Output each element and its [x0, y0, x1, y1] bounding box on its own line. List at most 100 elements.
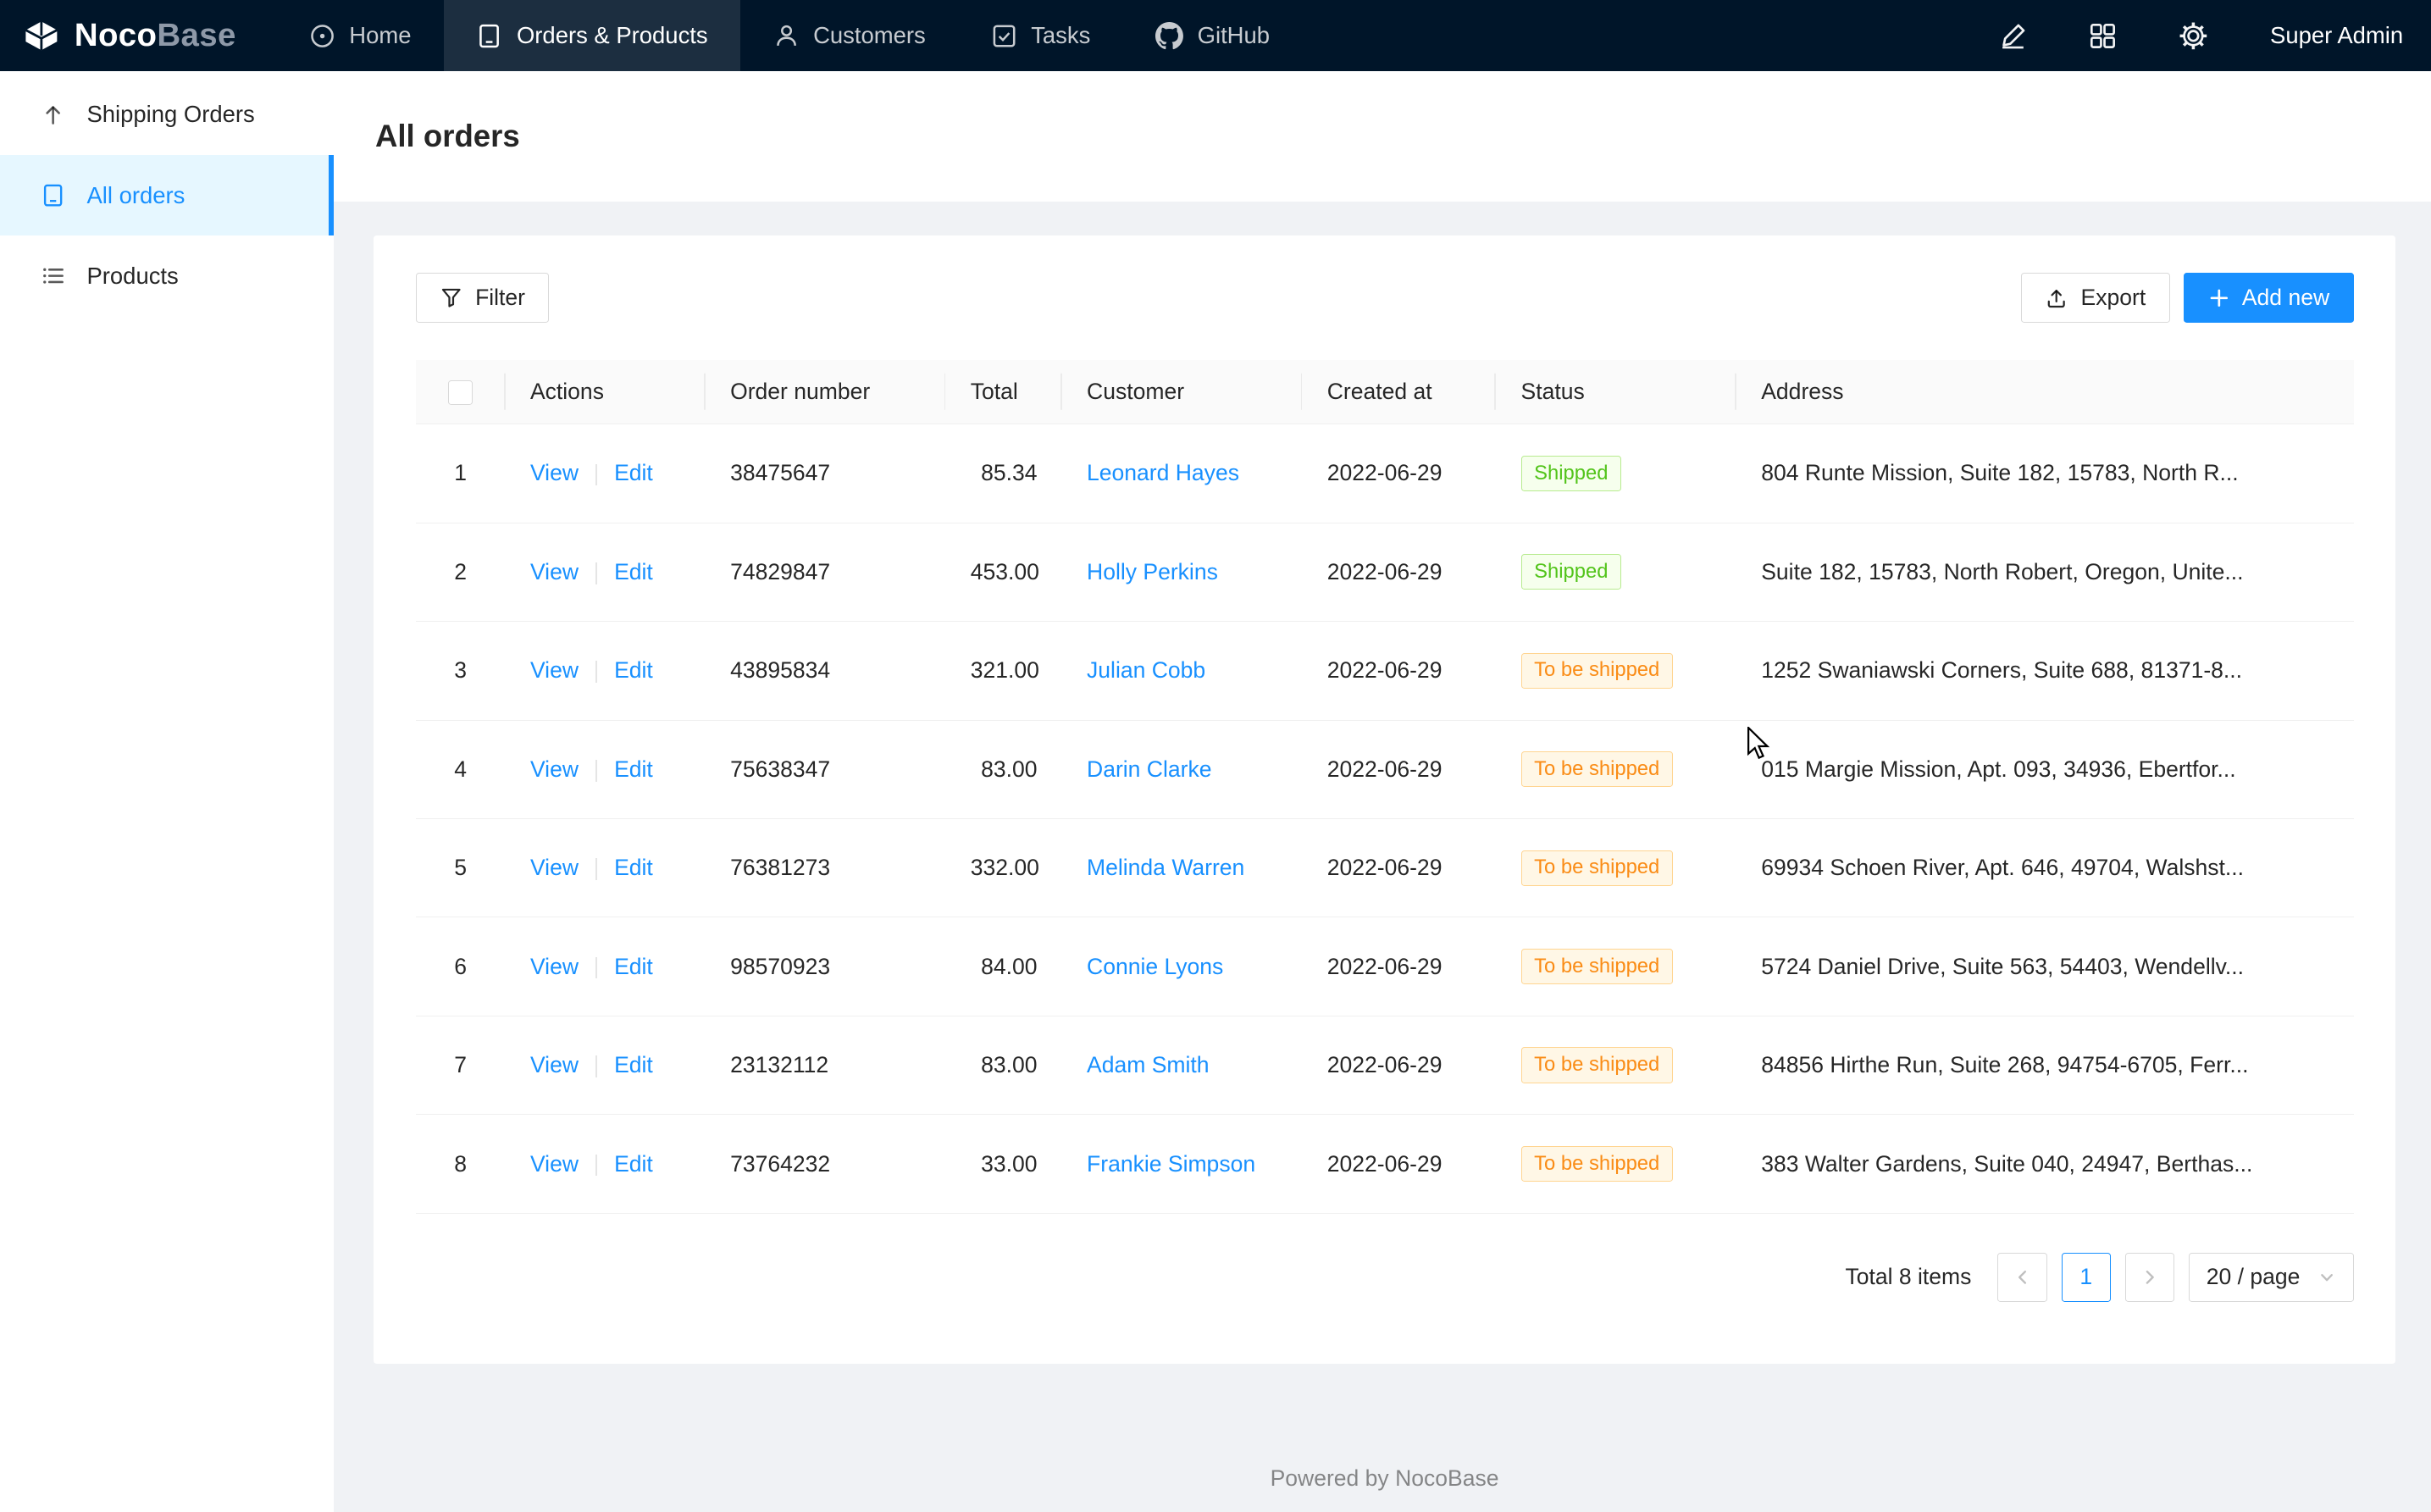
table-row: 8 ViewEdit 73764232 33.00 Frankie Simpso… [416, 1115, 2354, 1213]
sidebar-item-all-orders[interactable]: All orders [0, 155, 334, 235]
customer-link[interactable]: Melinda Warren [1087, 855, 1244, 880]
address-cell: Suite 182, 15783, North Robert, Oregon, … [1736, 523, 2354, 621]
edit-link[interactable]: Edit [614, 460, 653, 485]
chevron-left-icon [2013, 1267, 2033, 1288]
page-size-select[interactable]: 20 / page [2189, 1253, 2354, 1303]
brand-name: NocoBase [75, 17, 236, 54]
nocobase-logo[interactable]: NocoBase [22, 0, 277, 71]
table-row: 2 ViewEdit 74829847 453.00 Holly Perkins… [416, 523, 2354, 621]
edit-link[interactable]: Edit [614, 559, 653, 584]
edit-link[interactable]: Edit [614, 1151, 653, 1177]
total-cell: 83.00 [945, 1016, 1061, 1114]
nav-item-tasks[interactable]: Tasks [958, 0, 1123, 71]
filter-button[interactable]: Filter [416, 273, 550, 323]
status-cell: To be shipped [1496, 818, 1736, 917]
view-link[interactable]: View [530, 460, 579, 485]
nav-item-home[interactable]: Home [276, 0, 444, 71]
total-cell: 332.00 [945, 818, 1061, 917]
nav-item-label: Tasks [1031, 22, 1090, 49]
action-divider [595, 858, 597, 880]
nav-item-github[interactable]: GitHub [1123, 0, 1303, 71]
customer-link[interactable]: Connie Lyons [1087, 954, 1223, 979]
sidebar-item-label: Products [86, 263, 178, 290]
customer-link[interactable]: Darin Clarke [1087, 756, 1211, 782]
settings-gear-icon[interactable] [2179, 21, 2208, 51]
row-index: 3 [454, 657, 467, 683]
export-button[interactable]: Export [2021, 273, 2170, 323]
status-badge: To be shipped [1521, 751, 1673, 787]
orders-icon [41, 183, 65, 208]
action-divider [595, 1055, 597, 1077]
customer-cell: Julian Cobb [1062, 622, 1303, 720]
view-link[interactable]: View [530, 657, 579, 683]
actions-cell: View Edit [506, 1115, 706, 1213]
edit-link[interactable]: Edit [614, 1052, 653, 1077]
column-header-status: Status [1496, 360, 1736, 424]
nav-item-customers[interactable]: Customers [740, 0, 958, 71]
sidebar-item-shipping-orders[interactable]: Shipping Orders [0, 75, 334, 155]
total-cell: 84.00 [945, 917, 1061, 1016]
customer-cell: Holly Perkins [1062, 523, 1303, 621]
edit-link[interactable]: Edit [614, 954, 653, 979]
topnav-right: Super Admin [1999, 0, 2431, 71]
customer-link[interactable]: Julian Cobb [1087, 657, 1205, 683]
row-index: 2 [454, 559, 467, 584]
row-index: 8 [454, 1151, 467, 1177]
pagination-total: Total 8 items [1845, 1264, 1971, 1290]
column-header-customer: Customer [1062, 360, 1303, 424]
nav-item-orders-products[interactable]: Orders & Products [444, 0, 740, 71]
customer-link[interactable]: Leonard Hayes [1087, 460, 1239, 485]
list-icon [41, 263, 65, 288]
add-new-button[interactable]: Add new [2184, 273, 2353, 323]
toolbar-right: Export Add new [2021, 273, 2354, 323]
customer-link[interactable]: Frankie Simpson [1087, 1151, 1255, 1177]
view-link[interactable]: View [530, 756, 579, 782]
edit-link[interactable]: Edit [614, 855, 653, 880]
edit-link[interactable]: Edit [614, 756, 653, 782]
view-link[interactable]: View [530, 1151, 579, 1177]
footer-credit: Powered by NocoBase [374, 1441, 2395, 1512]
sidebar: Shipping Orders All orders Products [0, 71, 334, 1511]
chevron-down-icon [2318, 1269, 2335, 1286]
table-row: 5 ViewEdit 76381273 332.00 Melinda Warre… [416, 818, 2354, 917]
orders-icon [476, 23, 502, 49]
app-root: NocoBase Home Orders & Products Customer… [0, 0, 2431, 1512]
edit-link[interactable]: Edit [614, 657, 653, 683]
sidebar-item-products[interactable]: Products [0, 235, 334, 316]
pagination-prev-button[interactable] [1997, 1253, 2047, 1303]
actions-cell: View Edit [506, 424, 706, 523]
logo-cube-icon [22, 19, 61, 53]
sidebar-item-label: Shipping Orders [86, 101, 254, 128]
action-divider [595, 464, 597, 486]
table-body: 1 ViewEdit 38475647 85.34 Leonard Hayes … [416, 424, 2354, 1214]
column-header-created-at: Created at [1302, 360, 1496, 424]
customer-link[interactable]: Adam Smith [1087, 1052, 1210, 1077]
view-link[interactable]: View [530, 559, 579, 584]
nav-item-label: Home [349, 22, 411, 49]
user-menu[interactable]: Super Admin [2270, 22, 2403, 49]
customer-cell: Melinda Warren [1062, 818, 1303, 917]
customer-cell: Connie Lyons [1062, 917, 1303, 1016]
view-link[interactable]: View [530, 954, 579, 979]
pagination-next-button[interactable] [2125, 1253, 2175, 1303]
customer-cell: Darin Clarke [1062, 720, 1303, 818]
ui-editor-pen-icon[interactable] [1999, 22, 2027, 50]
status-cell: To be shipped [1496, 917, 1736, 1016]
actions-cell: View Edit [506, 523, 706, 621]
view-link[interactable]: View [530, 1052, 579, 1077]
actions-cell: View Edit [506, 917, 706, 1016]
filter-icon [440, 286, 462, 309]
order-number-cell: 43895834 [706, 622, 946, 720]
select-all-checkbox[interactable] [448, 380, 473, 405]
plugin-blocks-icon[interactable] [2089, 22, 2117, 50]
created-at-cell: 2022-06-29 [1302, 424, 1496, 523]
created-at-cell: 2022-06-29 [1302, 523, 1496, 621]
status-cell: To be shipped [1496, 720, 1736, 818]
pagination-page-1[interactable]: 1 [2062, 1253, 2112, 1303]
address-cell: 804 Runte Mission, Suite 182, 15783, Nor… [1736, 424, 2354, 523]
customer-link[interactable]: Holly Perkins [1087, 559, 1218, 584]
column-header-actions: Actions [506, 360, 706, 424]
view-link[interactable]: View [530, 855, 579, 880]
orders-card: Filter Export [374, 235, 2395, 1364]
actions-cell: View Edit [506, 1016, 706, 1114]
